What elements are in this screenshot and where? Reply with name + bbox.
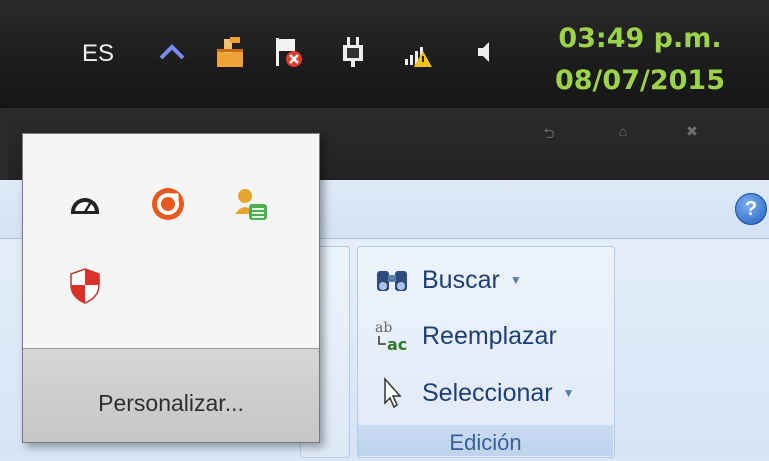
language-indicator[interactable]: ES <box>82 40 114 68</box>
action-center-flag-icon[interactable] <box>270 34 306 70</box>
speaker-icon[interactable] <box>466 34 502 70</box>
replace-button[interactable]: ab ac Reemplazar <box>372 318 557 354</box>
svg-text:ac: ac <box>387 335 407 354</box>
tray-overflow-popup: Personalizar... <box>22 133 320 443</box>
power-plug-icon[interactable] <box>336 34 372 70</box>
security-shield-icon[interactable] <box>65 266 105 306</box>
select-button[interactable]: Seleccionar ▼ <box>372 375 575 411</box>
restore-icon[interactable]: ⮌ <box>537 123 561 143</box>
binoculars-icon <box>372 262 412 298</box>
users-stack-icon[interactable] <box>231 184 271 224</box>
find-label: Buscar <box>422 265 500 294</box>
replace-label: Reemplazar <box>422 321 557 350</box>
speedometer-icon[interactable] <box>65 184 105 224</box>
help-button[interactable]: ? <box>735 193 767 225</box>
customize-link[interactable]: Personalizar... <box>23 348 319 442</box>
svg-text:ab: ab <box>375 320 392 336</box>
settings-icon[interactable]: ⌂ <box>611 123 635 143</box>
replace-ab-ac-icon: ab ac <box>372 318 412 354</box>
clock-date: 08/07/2015 <box>554 65 725 96</box>
chevron-up-icon[interactable] <box>154 34 190 70</box>
network-share-icon[interactable] <box>212 34 248 70</box>
close-icon[interactable]: ✖ <box>680 123 704 143</box>
clock-time: 03:49 p.m. <box>558 23 722 54</box>
cursor-arrow-icon <box>372 375 412 411</box>
clock[interactable]: 03:49 p.m. 08/07/2015 <box>555 18 725 102</box>
orange-circle-app-icon[interactable] <box>148 184 188 224</box>
select-label: Seleccionar <box>422 378 553 407</box>
wifi-warning-icon[interactable] <box>400 34 436 70</box>
chevron-down-icon: ▼ <box>509 273 522 287</box>
taskbar: ES 03:49 p.m. 08/07/2015 <box>0 0 769 109</box>
ribbon-group-edit-title: Edición <box>358 425 613 456</box>
chevron-down-icon: ▼ <box>562 386 575 400</box>
find-button[interactable]: Buscar ▼ <box>372 262 522 298</box>
